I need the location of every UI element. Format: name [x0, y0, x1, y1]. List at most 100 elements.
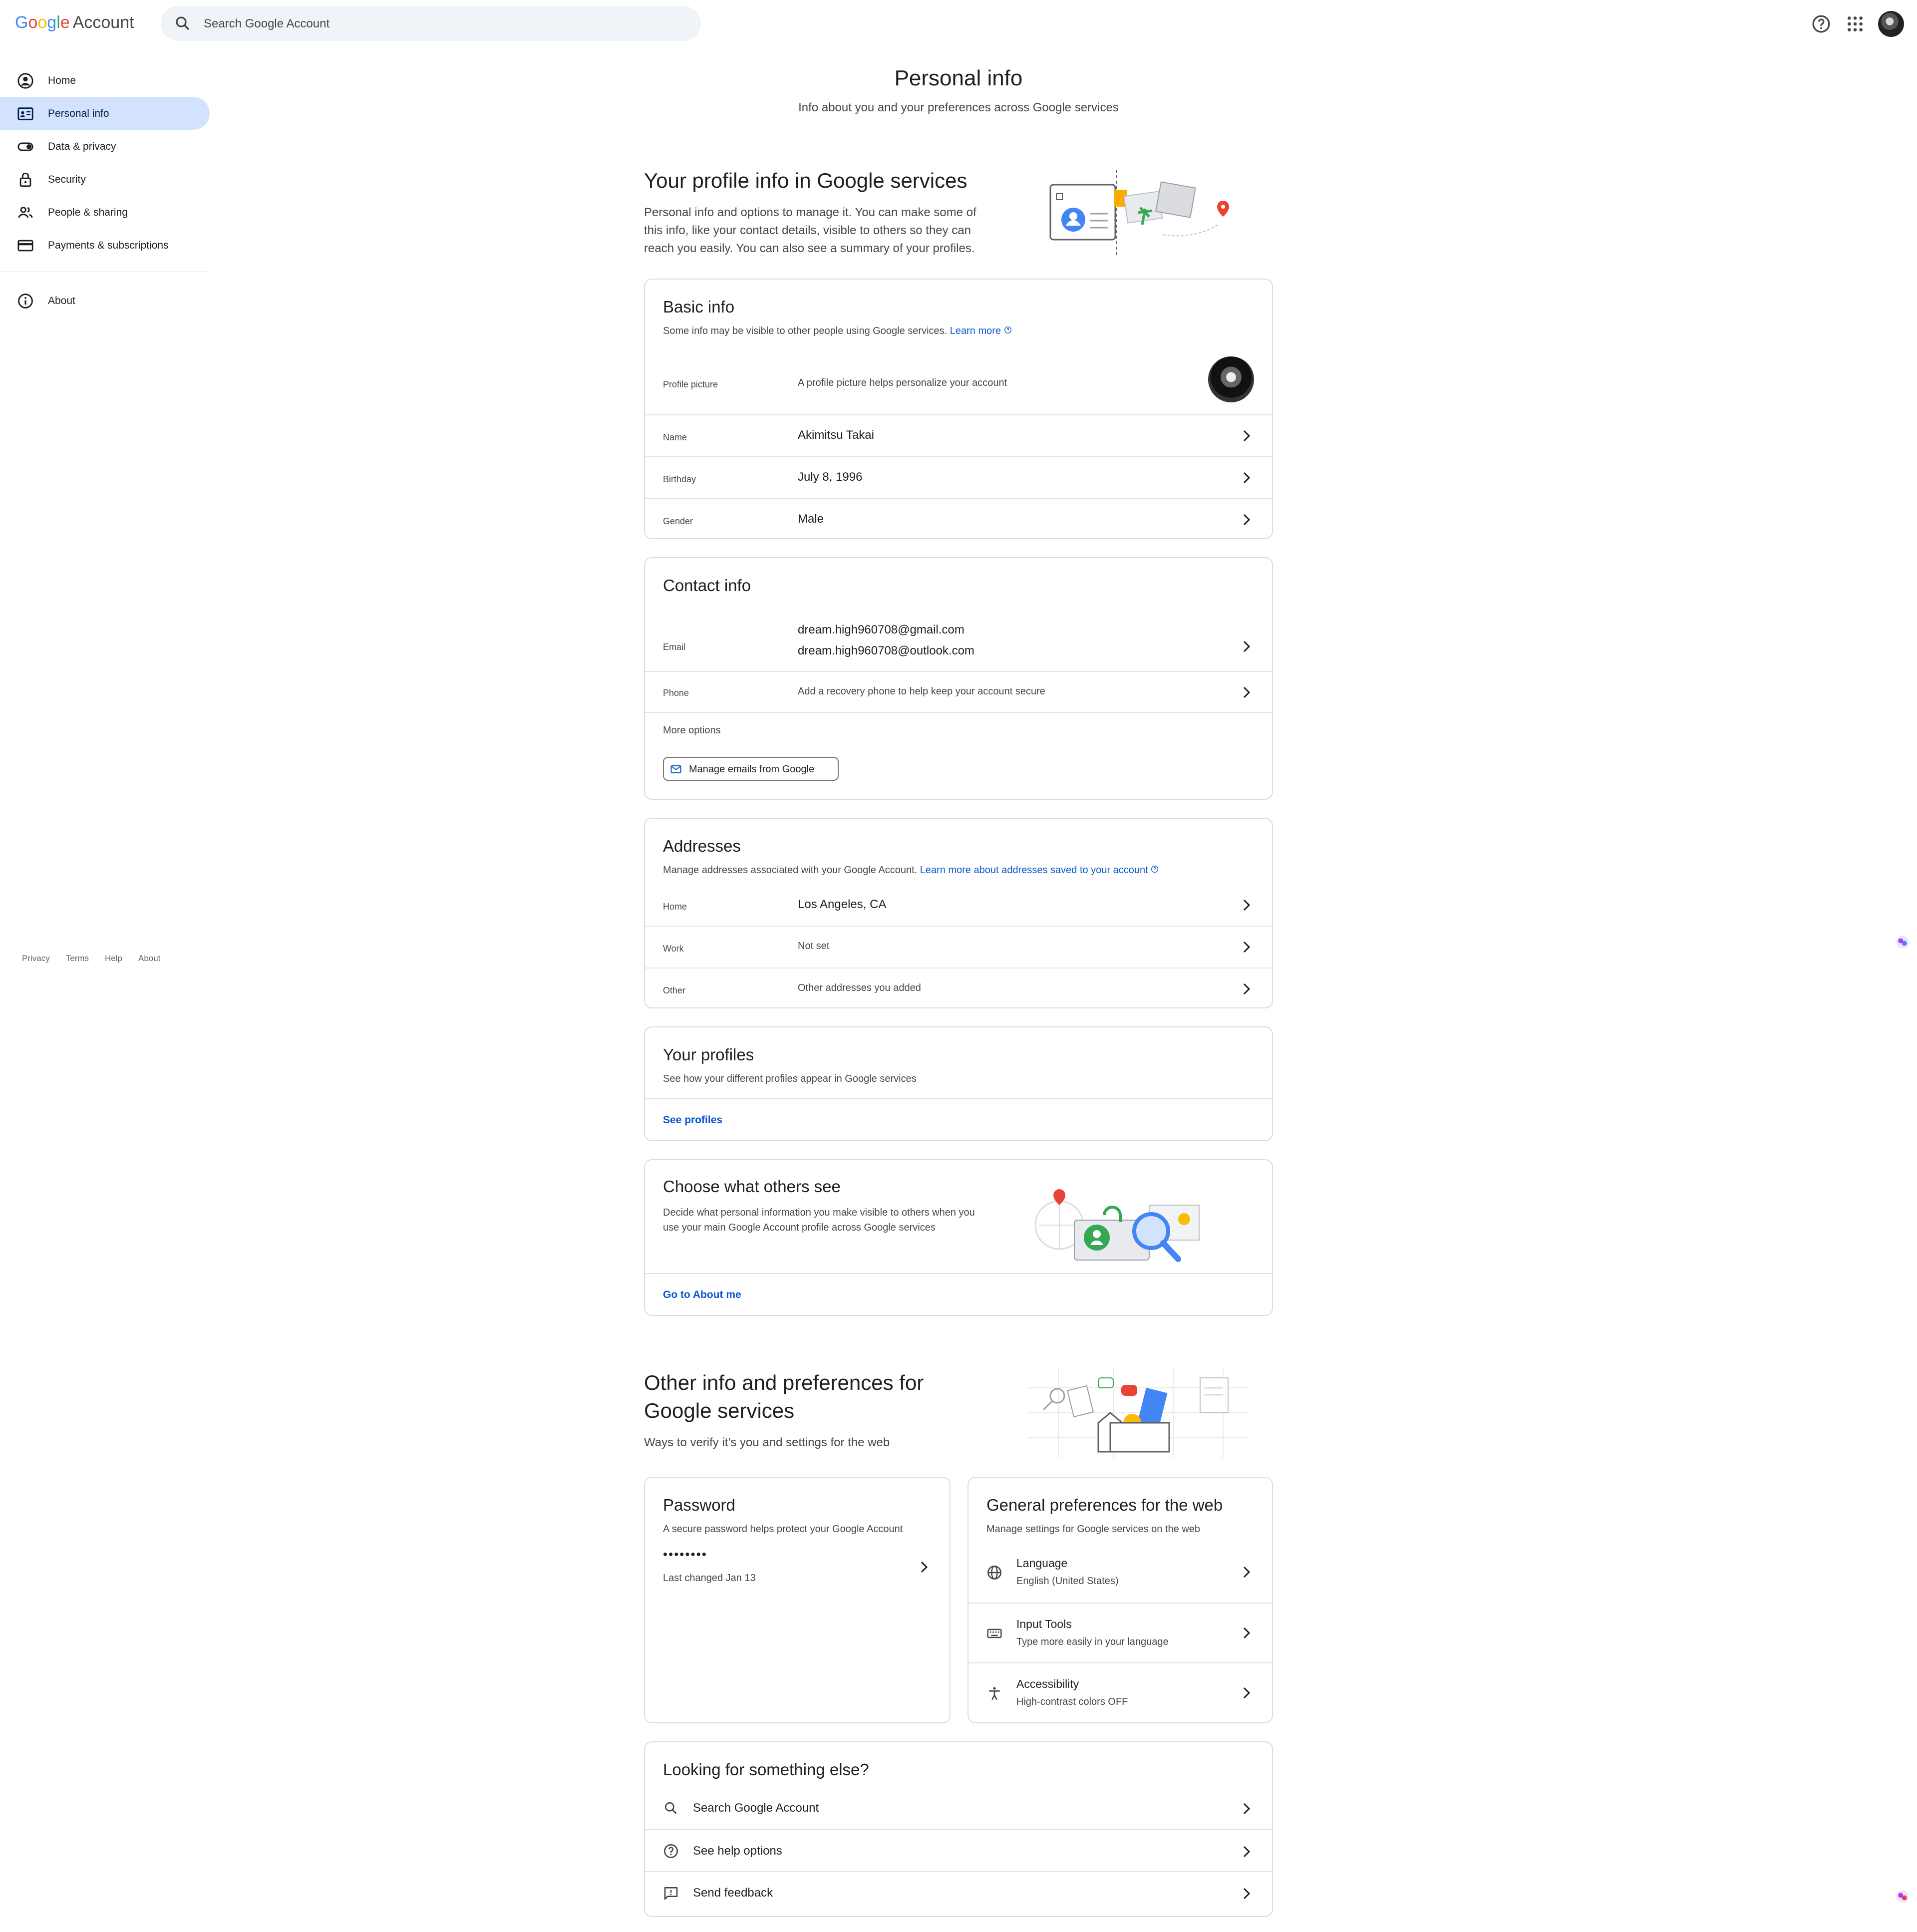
page-subtitle: Info about you and your preferences acro…: [798, 101, 1119, 114]
card-title: Basic info: [663, 298, 735, 316]
row-value: Los Angeles, CA: [798, 898, 887, 911]
button-label: Manage emails from Google: [689, 764, 815, 775]
help-circle-icon: [1151, 866, 1159, 873]
people-icon: [18, 207, 33, 218]
your-profiles-card: Your profiles See how your different pro…: [644, 1026, 1273, 1141]
title-line: Other info and preferences for: [644, 1371, 924, 1394]
manage-emails-button[interactable]: Manage emails from Google: [663, 757, 839, 781]
learn-more-addresses-link[interactable]: Learn more about addresses saved to your…: [920, 865, 1148, 876]
general-preferences-card: General preferences for the web Manage s…: [967, 1477, 1273, 1723]
row-label: Home: [663, 902, 687, 912]
chevron-right-icon: [1243, 430, 1251, 442]
name-row[interactable]: Name Akimitsu Takai: [645, 414, 1272, 456]
work-address-row[interactable]: Work Not set: [645, 926, 1272, 967]
chevron-right-icon: [1243, 686, 1251, 698]
sidebar-nav: Home Personal info Data & privacy Securi…: [0, 64, 211, 317]
sidebar-item-personal-info[interactable]: Personal info: [0, 97, 210, 130]
other-address-row[interactable]: Other Other addresses you added: [645, 967, 1272, 1008]
info-icon: [18, 294, 33, 309]
sidebar-item-data-privacy[interactable]: Data & privacy: [0, 130, 210, 163]
desc-line: Personal info and options to manage it. …: [644, 206, 976, 219]
pref-title: Input Tools: [1016, 1617, 1072, 1630]
help-circle-icon: [1004, 326, 1011, 333]
card-desc: See how your different profiles appear i…: [663, 1073, 917, 1084]
password-card[interactable]: Password A secure password helps protect…: [644, 1477, 951, 1723]
profile-picture[interactable]: [1208, 356, 1254, 402]
chevron-right-icon: [1243, 941, 1251, 953]
footer-about-link[interactable]: About: [138, 954, 160, 963]
password-last-changed: Last changed Jan 13: [663, 1573, 756, 1584]
account-avatar[interactable]: [1878, 11, 1904, 37]
chevron-right-icon: [1243, 1846, 1251, 1858]
help-options-row[interactable]: See help options: [645, 1829, 1272, 1871]
desc-line: use your main Google Account profile acr…: [663, 1222, 936, 1233]
assistant-sparkle-icon[interactable]: [1895, 1889, 1910, 1904]
desc-line: this info, like your contact details, vi…: [644, 224, 971, 237]
row-value: Add a recovery phone to help keep your a…: [798, 686, 1045, 697]
chevron-right-icon: [1243, 514, 1251, 526]
see-profiles-row[interactable]: See profiles: [645, 1098, 1272, 1141]
sidebar-item-security[interactable]: Security: [0, 163, 210, 196]
basic-info-card: Basic info Some info may be visible to o…: [644, 279, 1273, 539]
see-profiles-link[interactable]: See profiles: [663, 1114, 722, 1126]
more-options-row: More options Manage emails from Google: [645, 712, 1272, 797]
sidebar-item-label: Payments & subscriptions: [48, 240, 169, 251]
row-value: July 8, 1996: [798, 470, 863, 484]
profile-illustration: [1049, 170, 1229, 257]
looking-row-label: See help options: [693, 1844, 782, 1858]
choose-others-card: Choose what others see Decide what perso…: [644, 1159, 1273, 1316]
home-address-row[interactable]: Home Los Angeles, CA: [645, 885, 1272, 927]
sidebar-item-home[interactable]: Home: [0, 64, 210, 97]
learn-more-link[interactable]: Learn more: [950, 325, 1001, 336]
choose-others-illustration: [1034, 1189, 1200, 1262]
other-info-illustration: [1028, 1368, 1248, 1458]
footer-privacy-link[interactable]: Privacy: [22, 954, 50, 963]
search-bar[interactable]: Search Google Account: [161, 6, 701, 41]
footer-terms-link[interactable]: Terms: [66, 954, 89, 963]
row-label: Name: [663, 432, 687, 442]
assistant-sparkle-icon[interactable]: [1895, 935, 1910, 950]
sidebar-item-label: People & sharing: [48, 207, 128, 218]
apps-grid-icon[interactable]: [1845, 14, 1865, 34]
go-to-about-me-link[interactable]: Go to About me: [663, 1289, 741, 1301]
gender-row[interactable]: Gender Male: [645, 498, 1272, 539]
chevron-right-icon: [921, 1561, 928, 1573]
profile-picture-row[interactable]: Profile picture A profile picture helps …: [645, 354, 1272, 416]
help-icon[interactable]: [1811, 14, 1831, 34]
search-icon: [665, 1802, 677, 1814]
sidebar-item-about[interactable]: About: [0, 284, 210, 317]
chevron-right-icon: [1243, 983, 1251, 995]
about-me-row[interactable]: Go to About me: [645, 1273, 1272, 1316]
chevron-right-icon: [1243, 1888, 1251, 1900]
language-row[interactable]: Language English (United States): [968, 1543, 1272, 1603]
chevron-right-icon: [1243, 641, 1251, 652]
addresses-desc: Manage addresses associated with your Go…: [663, 865, 918, 876]
email-value: dream.high960708@gmail.com: [798, 623, 964, 637]
row-value: Not set: [798, 941, 830, 952]
mail-icon: [670, 765, 681, 773]
row-label: Other: [663, 985, 686, 995]
profile-section-title: Your profile info in Google services: [644, 169, 967, 192]
card-title: Password: [663, 1496, 735, 1514]
row-value: A profile picture helps personalize your…: [798, 377, 1007, 388]
accessibility-row[interactable]: Accessibility High-contrast colors OFF: [968, 1662, 1272, 1722]
sidebar-item-payments[interactable]: Payments & subscriptions: [0, 229, 210, 262]
search-account-row[interactable]: Search Google Account: [645, 1787, 1272, 1829]
search-placeholder: Search Google Account: [204, 17, 330, 30]
id-card-icon: [17, 107, 33, 120]
email-row[interactable]: Email dream.high960708@gmail.com dream.h…: [645, 614, 1272, 679]
google-account-logo[interactable]: Google Account: [15, 13, 134, 32]
profile-section-desc: Personal info and options to manage it. …: [644, 204, 1003, 258]
footer-help-link[interactable]: Help: [105, 954, 122, 963]
input-tools-row[interactable]: Input Tools Type more easily in your lan…: [968, 1603, 1272, 1662]
lock-icon: [19, 172, 31, 187]
sidebar-item-label: Home: [48, 75, 76, 86]
sidebar-item-people-sharing[interactable]: People & sharing: [0, 196, 210, 229]
phone-row[interactable]: Phone Add a recovery phone to help keep …: [645, 671, 1272, 712]
looking-row-label: Search Google Account: [693, 1801, 819, 1815]
chevron-right-icon: [1243, 472, 1251, 484]
desc-line: reach you easily. You can also see a sum…: [644, 242, 975, 255]
send-feedback-row[interactable]: Send feedback: [645, 1871, 1272, 1913]
row-label: Email: [663, 642, 686, 652]
birthday-row[interactable]: Birthday July 8, 1996: [645, 456, 1272, 498]
